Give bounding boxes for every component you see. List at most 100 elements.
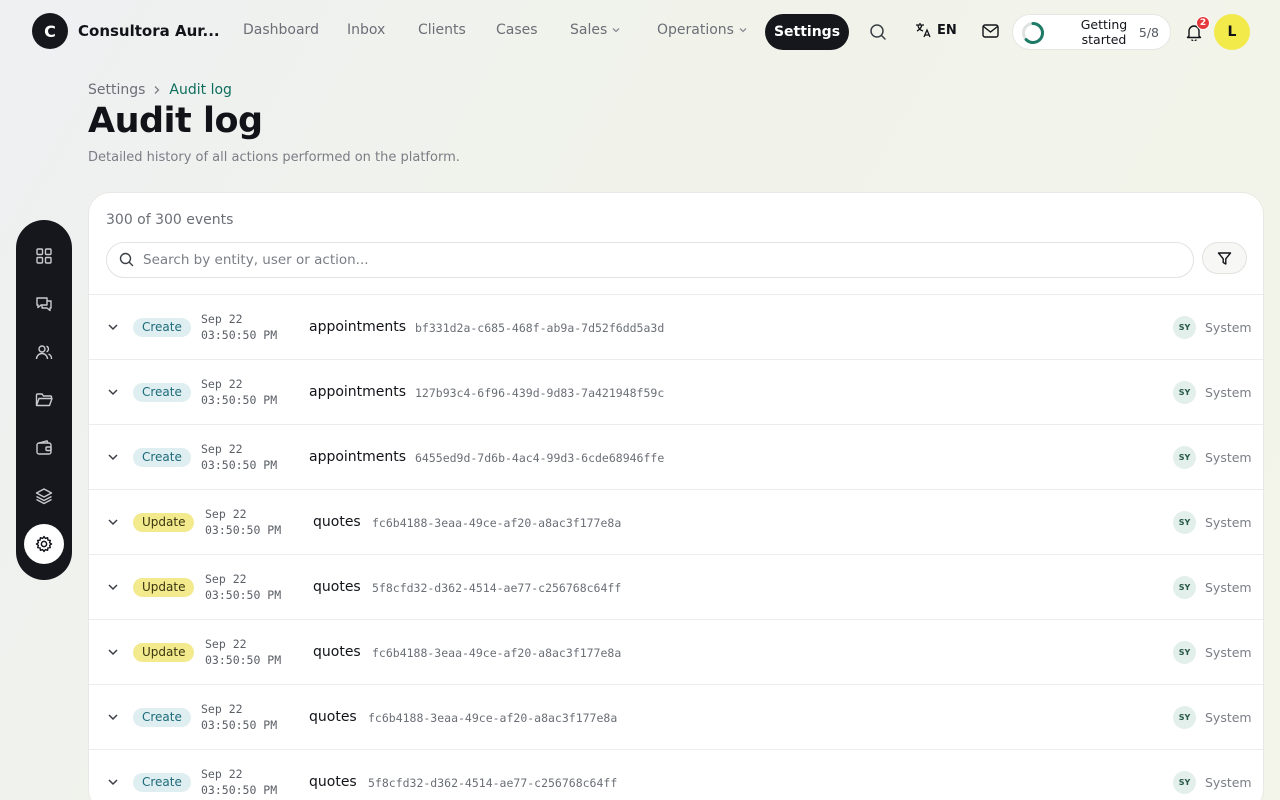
entity-name: appointments bbox=[309, 319, 407, 335]
nav-operations-label: Operations bbox=[657, 22, 734, 38]
audit-log-list: Create Sep 22 03:50:50 PM appointments bf331… bbox=[89, 294, 1263, 800]
chevron-down-icon[interactable] bbox=[106, 775, 120, 789]
actor-avatar: SY bbox=[1173, 576, 1196, 599]
chevron-down-icon[interactable] bbox=[106, 515, 120, 529]
chevron-down-icon[interactable] bbox=[106, 320, 120, 334]
entity-id: fc6b4188-3eaa-49ce-af20-a8ac3f177e8a bbox=[368, 711, 618, 725]
event-date: Sep 22 bbox=[201, 702, 243, 716]
table-row[interactable]: Create Sep 22 03:50:50 PM appointments bf331… bbox=[89, 295, 1263, 360]
chevron-down-icon bbox=[739, 28, 747, 33]
chevron-down-icon[interactable] bbox=[106, 645, 120, 659]
event-time: 03:50:50 PM bbox=[201, 393, 278, 407]
event-time: 03:50:50 PM bbox=[201, 783, 278, 797]
entity-id: 6455ed9d-7d6b-4ac4-99d3-6cde68946ffe bbox=[415, 451, 665, 465]
sidebar-item-cases[interactable] bbox=[24, 380, 64, 420]
actor-avatar: SY bbox=[1173, 381, 1196, 404]
grid-icon bbox=[36, 248, 52, 264]
getting-started-button[interactable]: Getting started 5/8 bbox=[1012, 14, 1171, 50]
entity-id: 127b93c4-6f96-439d-9d83-7a421948f59c bbox=[415, 386, 665, 400]
entity-name: quotes bbox=[309, 709, 357, 725]
table-row[interactable]: Create Sep 22 03:50:50 PM appointments 6455e… bbox=[89, 425, 1263, 490]
chevron-down-icon[interactable] bbox=[106, 385, 120, 399]
sidebar-item-dashboard[interactable] bbox=[24, 236, 64, 276]
top-bar: C Consultora Aur... Dashboard Inbox Clie… bbox=[0, 0, 1280, 64]
page-subtitle: Detailed history of all actions performe… bbox=[88, 150, 460, 165]
event-date: Sep 22 bbox=[205, 507, 247, 521]
search-box[interactable] bbox=[106, 242, 1194, 278]
actor-avatar: SY bbox=[1173, 511, 1196, 534]
language-switcher[interactable]: EN bbox=[915, 22, 957, 38]
sidebar-item-settings[interactable] bbox=[24, 524, 64, 564]
table-row[interactable]: Update Sep 22 03:50:50 PM quotes fc6b4188-3e… bbox=[89, 620, 1263, 685]
chevron-down-icon[interactable] bbox=[106, 710, 120, 724]
actor-avatar: SY bbox=[1173, 316, 1196, 339]
search-icon[interactable] bbox=[866, 20, 890, 44]
event-time: 03:50:50 PM bbox=[205, 523, 282, 537]
sidebar-item-inbox[interactable] bbox=[24, 284, 64, 324]
event-timestamp: Sep 22 03:50:50 PM bbox=[205, 506, 281, 538]
table-row[interactable]: Update Sep 22 03:50:50 PM quotes 5f8cfd32-d3… bbox=[89, 555, 1263, 620]
entity-id: bf331d2a-c685-468f-ab9a-7d52f6dd5a3d bbox=[415, 321, 665, 335]
table-row[interactable]: Create Sep 22 03:50:50 PM quotes fc6b4188-3e… bbox=[89, 685, 1263, 750]
page-title: Audit log bbox=[88, 101, 263, 141]
entity-name: quotes bbox=[313, 579, 361, 595]
actor-name: System bbox=[1205, 450, 1252, 465]
users-icon bbox=[35, 345, 53, 360]
entity-name: quotes bbox=[309, 774, 357, 790]
filter-button[interactable] bbox=[1202, 242, 1247, 274]
event-date: Sep 22 bbox=[201, 377, 243, 391]
nav-settings[interactable]: Settings bbox=[765, 14, 849, 50]
event-timestamp: Sep 22 03:50:50 PM bbox=[201, 376, 277, 408]
filter-icon bbox=[1217, 251, 1232, 265]
nav-sales-label: Sales bbox=[570, 22, 608, 38]
event-timestamp: Sep 22 03:50:50 PM bbox=[205, 636, 281, 668]
chevron-down-icon bbox=[612, 28, 620, 33]
entity-name: quotes bbox=[313, 514, 361, 530]
actor-avatar: SY bbox=[1173, 641, 1196, 664]
mail-icon[interactable] bbox=[979, 20, 1001, 42]
action-badge: Create bbox=[133, 773, 191, 792]
table-row[interactable]: Update Sep 22 03:50:50 PM quotes fc6b4188-3e… bbox=[89, 490, 1263, 555]
breadcrumb: Settings Audit log bbox=[88, 82, 232, 98]
audit-log-card: 300 of 300 events Create Sep 22 03:50:50 P… bbox=[88, 192, 1264, 800]
nav-inbox[interactable]: Inbox bbox=[347, 22, 385, 38]
chevron-down-icon[interactable] bbox=[106, 580, 120, 594]
event-time: 03:50:50 PM bbox=[201, 718, 278, 732]
event-date: Sep 22 bbox=[205, 637, 247, 651]
getting-started-count: 5/8 bbox=[1138, 25, 1159, 40]
search-input[interactable] bbox=[143, 243, 1183, 277]
table-row[interactable]: Create Sep 22 03:50:50 PM appointments 127b9… bbox=[89, 360, 1263, 425]
nav-operations[interactable]: Operations bbox=[657, 22, 748, 38]
action-badge: Create bbox=[133, 708, 191, 727]
action-badge: Create bbox=[133, 383, 191, 402]
nav-clients[interactable]: Clients bbox=[418, 22, 466, 38]
brand-name[interactable]: Consultora Aur... bbox=[78, 22, 220, 40]
table-row[interactable]: Create Sep 22 03:50:50 PM quotes 5f8cfd32-d3… bbox=[89, 750, 1263, 800]
nav-sales[interactable]: Sales bbox=[570, 22, 621, 38]
actor-avatar: SY bbox=[1173, 706, 1196, 729]
sidebar-item-sales[interactable] bbox=[24, 428, 64, 468]
sidebar-item-clients[interactable] bbox=[24, 332, 64, 372]
chat-icon bbox=[36, 297, 52, 312]
app-logo[interactable]: C bbox=[32, 13, 68, 49]
nav-cases[interactable]: Cases bbox=[496, 22, 538, 38]
actor-name: System bbox=[1205, 710, 1252, 725]
nav-dashboard[interactable]: Dashboard bbox=[243, 22, 319, 38]
entity-id: 5f8cfd32-d362-4514-ae77-c256768c64ff bbox=[372, 581, 622, 595]
event-date: Sep 22 bbox=[205, 572, 247, 586]
search-icon bbox=[119, 252, 134, 271]
wallet-icon bbox=[36, 439, 52, 455]
chevron-right-icon bbox=[154, 86, 160, 94]
actor-name: System bbox=[1205, 515, 1252, 530]
actor-name: System bbox=[1205, 320, 1252, 335]
event-time: 03:50:50 PM bbox=[205, 588, 282, 602]
entity-id: fc6b4188-3eaa-49ce-af20-a8ac3f177e8a bbox=[372, 516, 622, 530]
breadcrumb-settings[interactable]: Settings bbox=[88, 82, 145, 98]
event-timestamp: Sep 22 03:50:50 PM bbox=[201, 766, 277, 798]
sidebar-item-operations[interactable] bbox=[24, 476, 64, 516]
progress-ring-icon bbox=[1022, 22, 1044, 44]
chevron-down-icon[interactable] bbox=[106, 450, 120, 464]
user-avatar[interactable]: L bbox=[1214, 14, 1250, 50]
folder-icon bbox=[35, 393, 53, 407]
entity-name: appointments bbox=[309, 449, 407, 465]
